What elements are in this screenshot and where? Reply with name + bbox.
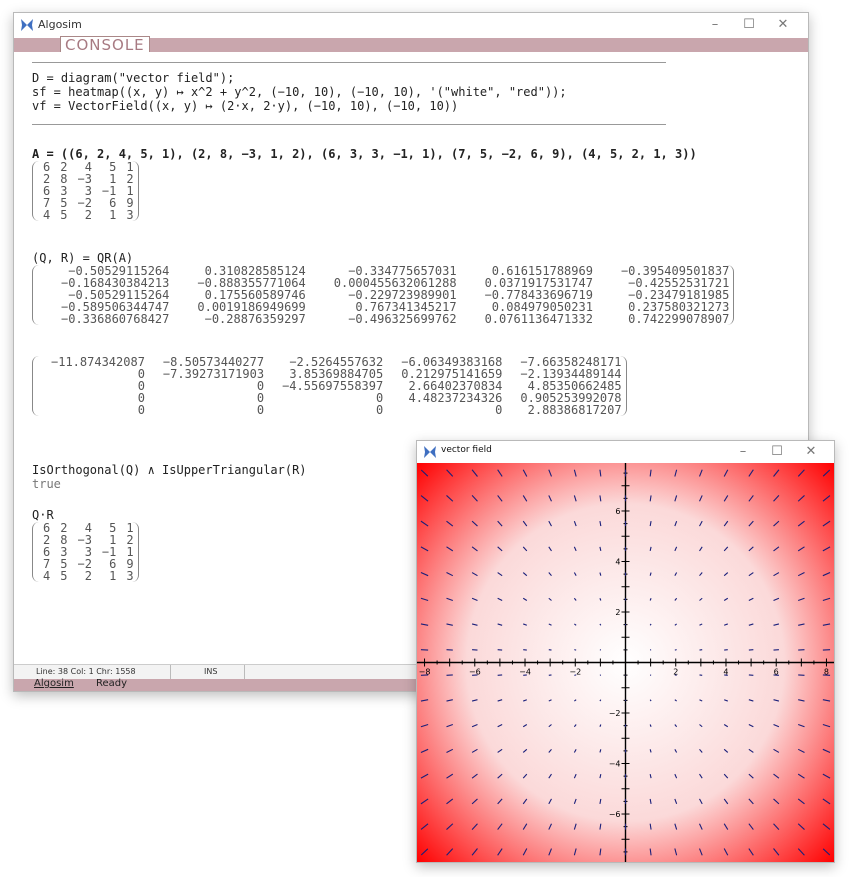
status-divider <box>170 665 171 679</box>
matrix-cell: 5 <box>60 569 68 583</box>
matrix-cell: 1 <box>109 569 117 583</box>
vector-field-plot[interactable]: −8 −6 −4 −2 2 4 6 8−6−4−2246 <box>417 463 834 862</box>
product-command: Q·R <box>32 508 54 522</box>
matrix-cell: 0 <box>376 403 384 417</box>
matrix-cell: 0 <box>137 403 145 417</box>
matrix-cell: 0 <box>137 391 145 405</box>
algosim-butterfly-icon <box>21 19 33 31</box>
maximize-button[interactable]: ☐ <box>734 13 764 37</box>
y-tick-label: −2 <box>609 709 621 718</box>
matrix-cell: 0 <box>256 391 265 405</box>
matrix-cell: −0.496325699762 <box>348 312 457 326</box>
plot-window-title: vector field <box>441 445 492 455</box>
matrix-cell: 0 <box>256 379 265 393</box>
matrix-r-output: −11.874342087 −8.50573440277 −2.5264557632… <box>32 356 627 416</box>
plot-close-button[interactable]: ✕ <box>796 441 826 463</box>
vector-field-window: vector field – ☐ ✕ −8 −6 −4 −2 2 4 6 8 −6 −4 −2 2 4 6 <box>416 440 835 863</box>
qr-command: (Q, R) = QR(A) <box>32 251 134 265</box>
check-command: IsOrthogonal(Q) ∧ IsUpperTriangular(R) <box>32 463 307 477</box>
matrix-q-output: −0.50529115264 0.310828585124 −0.334775657… <box>32 265 735 326</box>
matrix-cell: 0 <box>495 403 503 417</box>
matrix-cell: 2 <box>84 208 92 222</box>
script-line-1: D = diagram("vector field"); <box>32 71 235 85</box>
script-line-2: sf = heatmap((x, y) ↦ x^2 + y^2, (−10, 1… <box>32 85 567 99</box>
plot-maximize-button[interactable]: ☐ <box>762 441 792 463</box>
check-result: true <box>32 477 61 491</box>
matrix-cell: 0.742299078907 <box>628 312 730 326</box>
matrix-cell: 4.48237234326 <box>408 391 503 405</box>
vector-arrow <box>649 699 652 702</box>
app-state: Ready <box>96 678 128 689</box>
plot-titlebar[interactable]: vector field – ☐ ✕ <box>417 441 834 463</box>
matrix-cell: 0 <box>376 391 384 405</box>
script-line-3: vf = VectorField((x, y) ↦ (2·x, 2·y), (−… <box>32 99 459 113</box>
matrix-cell: 0.0761136471332 <box>484 312 593 326</box>
window-title: Algosim <box>38 18 82 31</box>
matrix-cell: 4 <box>43 569 51 583</box>
insert-mode: INS <box>204 667 218 676</box>
matrix-cell: 1 <box>109 208 117 222</box>
matrix-qr-output: 6 2 4 5 1 2 8 −3 1 2 6 3 3 −1 1 7 5 −2 6 9 4 5 2 1 3 <box>32 522 139 582</box>
matrix-cell: 3 <box>126 208 134 222</box>
matrix-cell: 0 <box>137 367 145 381</box>
matrix-cell: −4.55697558397 <box>282 379 384 393</box>
matrix-cell: 2 <box>84 569 92 583</box>
y-tick-label: −6 <box>609 810 621 819</box>
vector-arrow <box>649 623 652 626</box>
main-titlebar[interactable]: Algosim – ☐ ✕ <box>14 13 808 37</box>
algosim-butterfly-icon <box>424 446 436 458</box>
matrix-cell: 4 <box>43 208 51 222</box>
matrix-cell: −0.28876359297 <box>204 312 306 326</box>
separator-line <box>32 124 666 125</box>
matrix-cell: −0.336860768427 <box>61 312 170 326</box>
matrix-cell: 2.88386817207 <box>527 403 622 417</box>
matrix-a-command: A = ((6, 2, 4, 5, 1), (2, 8, −3, 1, 2), … <box>32 147 697 161</box>
y-tick-label: 4 <box>615 557 620 566</box>
y-tick-label: 2 <box>615 608 620 617</box>
minimize-button[interactable]: – <box>700 13 730 37</box>
y-tick-label: −4 <box>609 760 621 769</box>
matrix-a-output: 6 2 4 5 1 2 8 −3 1 2 6 3 3 −1 1 7 5 −2 6 9 4 5 2 1 3 <box>32 161 139 221</box>
matrix-cell: 3 <box>126 569 134 583</box>
matrix-cell: 5 <box>60 208 68 222</box>
vector-arrow <box>599 699 602 702</box>
plot-minimize-button[interactable]: – <box>728 441 758 463</box>
y-tick-label: 6 <box>615 507 620 516</box>
close-button[interactable]: ✕ <box>768 13 798 37</box>
matrix-cell: −7.39273171903 <box>162 367 265 381</box>
separator-line <box>32 62 666 63</box>
status-divider <box>244 665 245 679</box>
vector-arrow <box>599 623 602 626</box>
matrix-cell: 0 <box>137 379 145 393</box>
console-ribbon: CONSOLE <box>14 36 808 54</box>
matrix-cell: 0 <box>256 403 265 417</box>
algosim-menu[interactable]: Algosim <box>34 678 74 689</box>
matrix-cell: −11.874342087 <box>51 355 145 369</box>
cursor-position: Line: 38 Col: 1 Chr: 1558 <box>36 667 136 676</box>
